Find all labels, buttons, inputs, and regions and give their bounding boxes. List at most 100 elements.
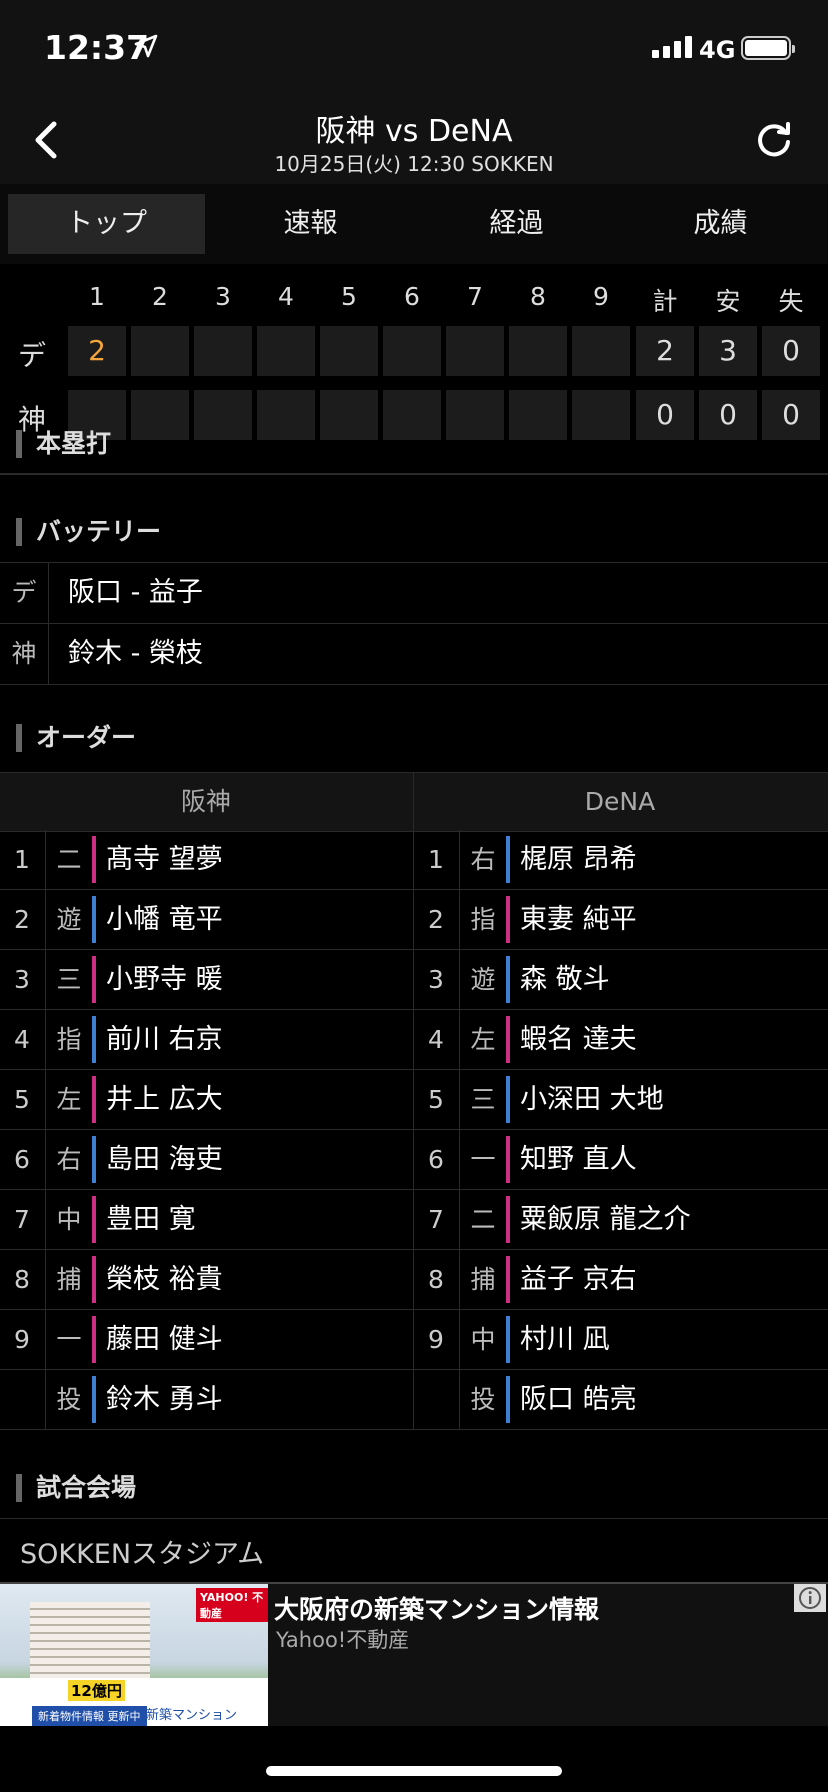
ad-title[interactable]: 大阪府の新築マンション情報	[274, 1590, 599, 1626]
handedness-bar	[92, 1316, 96, 1363]
player-entry[interactable]: 1 右梶原 昂希	[414, 830, 827, 890]
fielding-position: 三	[459, 1070, 506, 1129]
player-name[interactable]: 粟飯原 龍之介	[520, 1190, 691, 1249]
total-cell: 0	[699, 390, 757, 440]
player-name[interactable]: 榮枝 裕貴	[106, 1250, 223, 1309]
inning-score-cell	[383, 326, 441, 376]
fielding-position: 指	[459, 890, 506, 949]
inning-score-cell	[383, 390, 441, 440]
tab-live[interactable]: 速報	[212, 194, 409, 254]
inning-header: 3	[215, 282, 231, 311]
fielding-position: 指	[45, 1010, 92, 1069]
ad-sponsor: Yahoo!不動産	[276, 1628, 410, 1652]
player-name[interactable]: 小野寺 暖	[106, 950, 223, 1009]
home-indicator[interactable]	[266, 1766, 562, 1776]
inning-score-cell	[257, 390, 315, 440]
batting-number: 1	[14, 845, 30, 874]
inning-score-cell	[194, 390, 252, 440]
fielding-position: 左	[459, 1010, 506, 1069]
player-name[interactable]: 村川 凪	[520, 1310, 610, 1369]
player-entry[interactable]: 7 二粟飯原 龍之介	[414, 1190, 827, 1250]
player-entry[interactable]: 6 右島田 海吏	[0, 1130, 413, 1190]
player-name[interactable]: 小幡 竜平	[106, 890, 223, 949]
player-entry[interactable]: 投阪口 皓亮	[414, 1370, 827, 1430]
batting-number: 6	[14, 1145, 30, 1174]
player-entry[interactable]: 7 中豊田 寛	[0, 1190, 413, 1250]
handedness-bar	[506, 1136, 510, 1183]
battery-row-dena: デ 阪口 - 益子	[0, 563, 828, 624]
game-title: 阪神 vs DeNA	[315, 114, 513, 149]
player-name[interactable]: 梶原 昂希	[520, 830, 637, 889]
player-entry[interactable]: 6 一知野 直人	[414, 1130, 827, 1190]
player-entry[interactable]: 9 中村川 凪	[414, 1310, 827, 1370]
batting-number: 9	[428, 1325, 444, 1354]
order-row: 投鈴木 勇斗投阪口 皓亮	[0, 1370, 828, 1430]
handedness-bar	[92, 836, 96, 883]
handedness-bar	[92, 1256, 96, 1303]
ad-info-icon[interactable]	[794, 1584, 826, 1612]
player-name[interactable]: 鈴木 勇斗	[106, 1370, 223, 1429]
player-entry[interactable]: 2 指東妻 純平	[414, 890, 827, 950]
order-section-title: オーダー	[16, 724, 136, 752]
inning-header: 2	[152, 282, 168, 311]
player-name[interactable]: 井上 広大	[106, 1070, 223, 1129]
player-entry[interactable]: 1 二髙寺 望夢	[0, 830, 413, 890]
player-entry[interactable]: 3遊森 敬斗	[414, 950, 827, 1010]
player-name[interactable]: 益子 京右	[520, 1250, 637, 1309]
batting-number: 2	[428, 905, 444, 934]
player-name[interactable]: 前川 右京	[106, 1010, 223, 1069]
player-name[interactable]: 蝦名 達夫	[520, 1010, 637, 1069]
ad-image[interactable]: YAHOO! 不動産 12億円 新着物件情報 更新中 新築マンション	[0, 1584, 268, 1726]
batting-number: 8	[428, 1265, 444, 1294]
fielding-position: 三	[45, 950, 92, 1009]
player-entry[interactable]: 3 三小野寺 暖	[0, 950, 413, 1010]
order-row: 5 左井上 広大 5 三小深田 大地	[0, 1070, 828, 1130]
inning-score-cell	[320, 390, 378, 440]
inning-score-cell: 2	[68, 326, 126, 376]
player-name[interactable]: 小深田 大地	[520, 1070, 664, 1129]
tab-bar: トップ 速報 経過 成績	[0, 184, 828, 264]
player-name[interactable]: 森 敬斗	[520, 950, 610, 1009]
handedness-bar	[92, 1376, 96, 1423]
player-name[interactable]: 髙寺 望夢	[106, 830, 223, 889]
player-name[interactable]: 豊田 寛	[106, 1190, 196, 1249]
batting-number: 5	[428, 1085, 444, 1114]
player-entry[interactable]: 4 指前川 右京	[0, 1010, 413, 1070]
player-entry[interactable]: 投鈴木 勇斗	[0, 1370, 413, 1430]
location-arrow-icon	[134, 34, 158, 58]
fielding-position: 捕	[459, 1250, 506, 1309]
player-entry[interactable]: 2 遊小幡 竜平	[0, 890, 413, 950]
venue-section-title: 試合会場	[16, 1474, 136, 1502]
player-entry[interactable]: 5 左井上 広大	[0, 1070, 413, 1130]
ad-banner[interactable]: YAHOO! 不動産 12億円 新着物件情報 更新中 新築マンション 大阪府の新…	[0, 1582, 828, 1726]
player-name[interactable]: 知野 直人	[520, 1130, 637, 1189]
order-row: 8 捕榮枝 裕貴 8 捕益子 京右	[0, 1250, 828, 1310]
player-entry[interactable]: 8 捕榮枝 裕貴	[0, 1250, 413, 1310]
player-name[interactable]: 島田 海吏	[106, 1130, 223, 1189]
homerun-section-title: 本塁打	[16, 430, 111, 458]
fielding-position: 二	[45, 830, 92, 889]
order-row: 4 指前川 右京 4 左蝦名 達夫	[0, 1010, 828, 1070]
fielding-position: 左	[45, 1070, 92, 1129]
divider	[0, 1518, 828, 1519]
inning-header: 計	[652, 287, 678, 316]
player-entry[interactable]: 9 一藤田 健斗	[0, 1310, 413, 1370]
tab-top[interactable]: トップ	[8, 194, 205, 254]
score-team: デ	[18, 339, 47, 372]
tab-progress[interactable]: 経過	[418, 194, 615, 254]
ad-image-logo: YAHOO! 不動産	[196, 1588, 268, 1622]
player-name[interactable]: 藤田 健斗	[106, 1310, 223, 1369]
fielding-position: 遊	[45, 890, 92, 949]
battery-team: デ	[0, 563, 49, 623]
ad-image-strip2: 新築マンション	[146, 1708, 238, 1723]
tab-stats[interactable]: 成績	[622, 194, 819, 254]
total-cell: 0	[762, 326, 820, 376]
player-entry[interactable]: 5 三小深田 大地	[414, 1070, 827, 1130]
player-name[interactable]: 阪口 皓亮	[520, 1370, 637, 1429]
batting-number	[414, 1370, 458, 1429]
player-entry[interactable]: 8 捕益子 京右	[414, 1250, 827, 1310]
refresh-icon[interactable]	[752, 118, 796, 162]
order-home-team: 阪神	[180, 787, 231, 816]
player-entry[interactable]: 4 左蝦名 達夫	[414, 1010, 827, 1070]
player-name[interactable]: 東妻 純平	[520, 890, 637, 949]
